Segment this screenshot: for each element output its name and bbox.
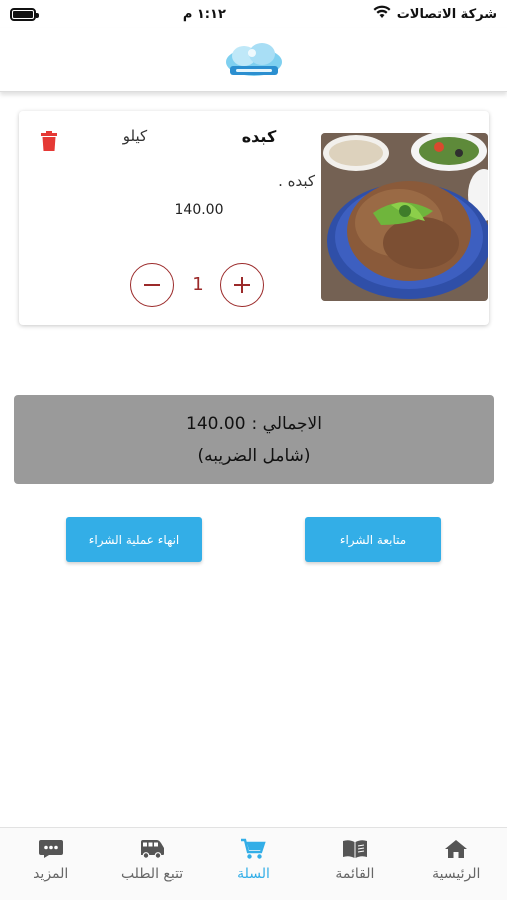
nav-label-cart: السلة (237, 866, 270, 882)
increase-quantity-button[interactable] (220, 263, 264, 307)
carrier-name: شركة الاتصالات (396, 6, 497, 22)
nav-item-cart[interactable]: السلة (203, 838, 303, 882)
total-summary: الاجمالي : 140.00 (شامل الضريبه) (14, 395, 494, 484)
tax-note: (شامل الضريبه) (197, 445, 311, 466)
product-name: كبده (241, 127, 277, 146)
quantity-value: 1 (192, 274, 204, 295)
total-value: 140.00 (186, 413, 246, 434)
nav-label-menu: القائمة (335, 866, 375, 882)
nav-label-track-order: تتبع الطلب (120, 866, 184, 882)
product-price: 140.00 (174, 202, 224, 218)
total-label: الاجمالي : (251, 413, 322, 434)
more-icon (38, 838, 64, 860)
bottom-nav: المزيد تتبع الطلب السلة القائمة الرئيسية (0, 827, 507, 900)
status-bar: ١:١٢ م شركة الاتصالات (0, 0, 507, 28)
menu-book-icon (342, 838, 368, 860)
total-line: الاجمالي : 140.00 (186, 414, 322, 434)
app-logo (222, 38, 286, 82)
product-description: كبده . (278, 172, 315, 190)
nav-item-home[interactable]: الرئيسية (406, 838, 506, 882)
home-icon (443, 838, 469, 860)
product-unit: كيلو (122, 127, 148, 145)
minus-icon (144, 284, 160, 286)
nav-item-menu[interactable]: القائمة (305, 838, 405, 882)
battery-icon (10, 7, 39, 21)
nav-label-home: الرئيسية (432, 866, 481, 882)
status-carrier: شركة الاتصالات (373, 5, 497, 23)
nav-label-more: المزيد (33, 866, 69, 882)
status-time: ١:١٢ م (182, 6, 226, 22)
app-header (0, 28, 507, 92)
nav-item-track-order[interactable]: تتبع الطلب (102, 838, 202, 882)
wifi-icon (373, 5, 391, 23)
bus-icon (139, 838, 165, 860)
finish-purchase-button[interactable]: انهاء عملية الشراء (66, 517, 202, 562)
cart-icon (240, 838, 267, 860)
continue-shopping-button[interactable]: متابعة الشراء (305, 517, 441, 562)
cart-item-card: كبده كيلو كبده . 140.00 1 (19, 111, 489, 325)
decrease-quantity-button[interactable] (130, 263, 174, 307)
delete-item-button[interactable] (41, 131, 57, 151)
product-image (321, 133, 488, 301)
nav-item-more[interactable]: المزيد (1, 838, 101, 882)
plus-icon (234, 277, 250, 293)
trash-icon (41, 131, 57, 151)
